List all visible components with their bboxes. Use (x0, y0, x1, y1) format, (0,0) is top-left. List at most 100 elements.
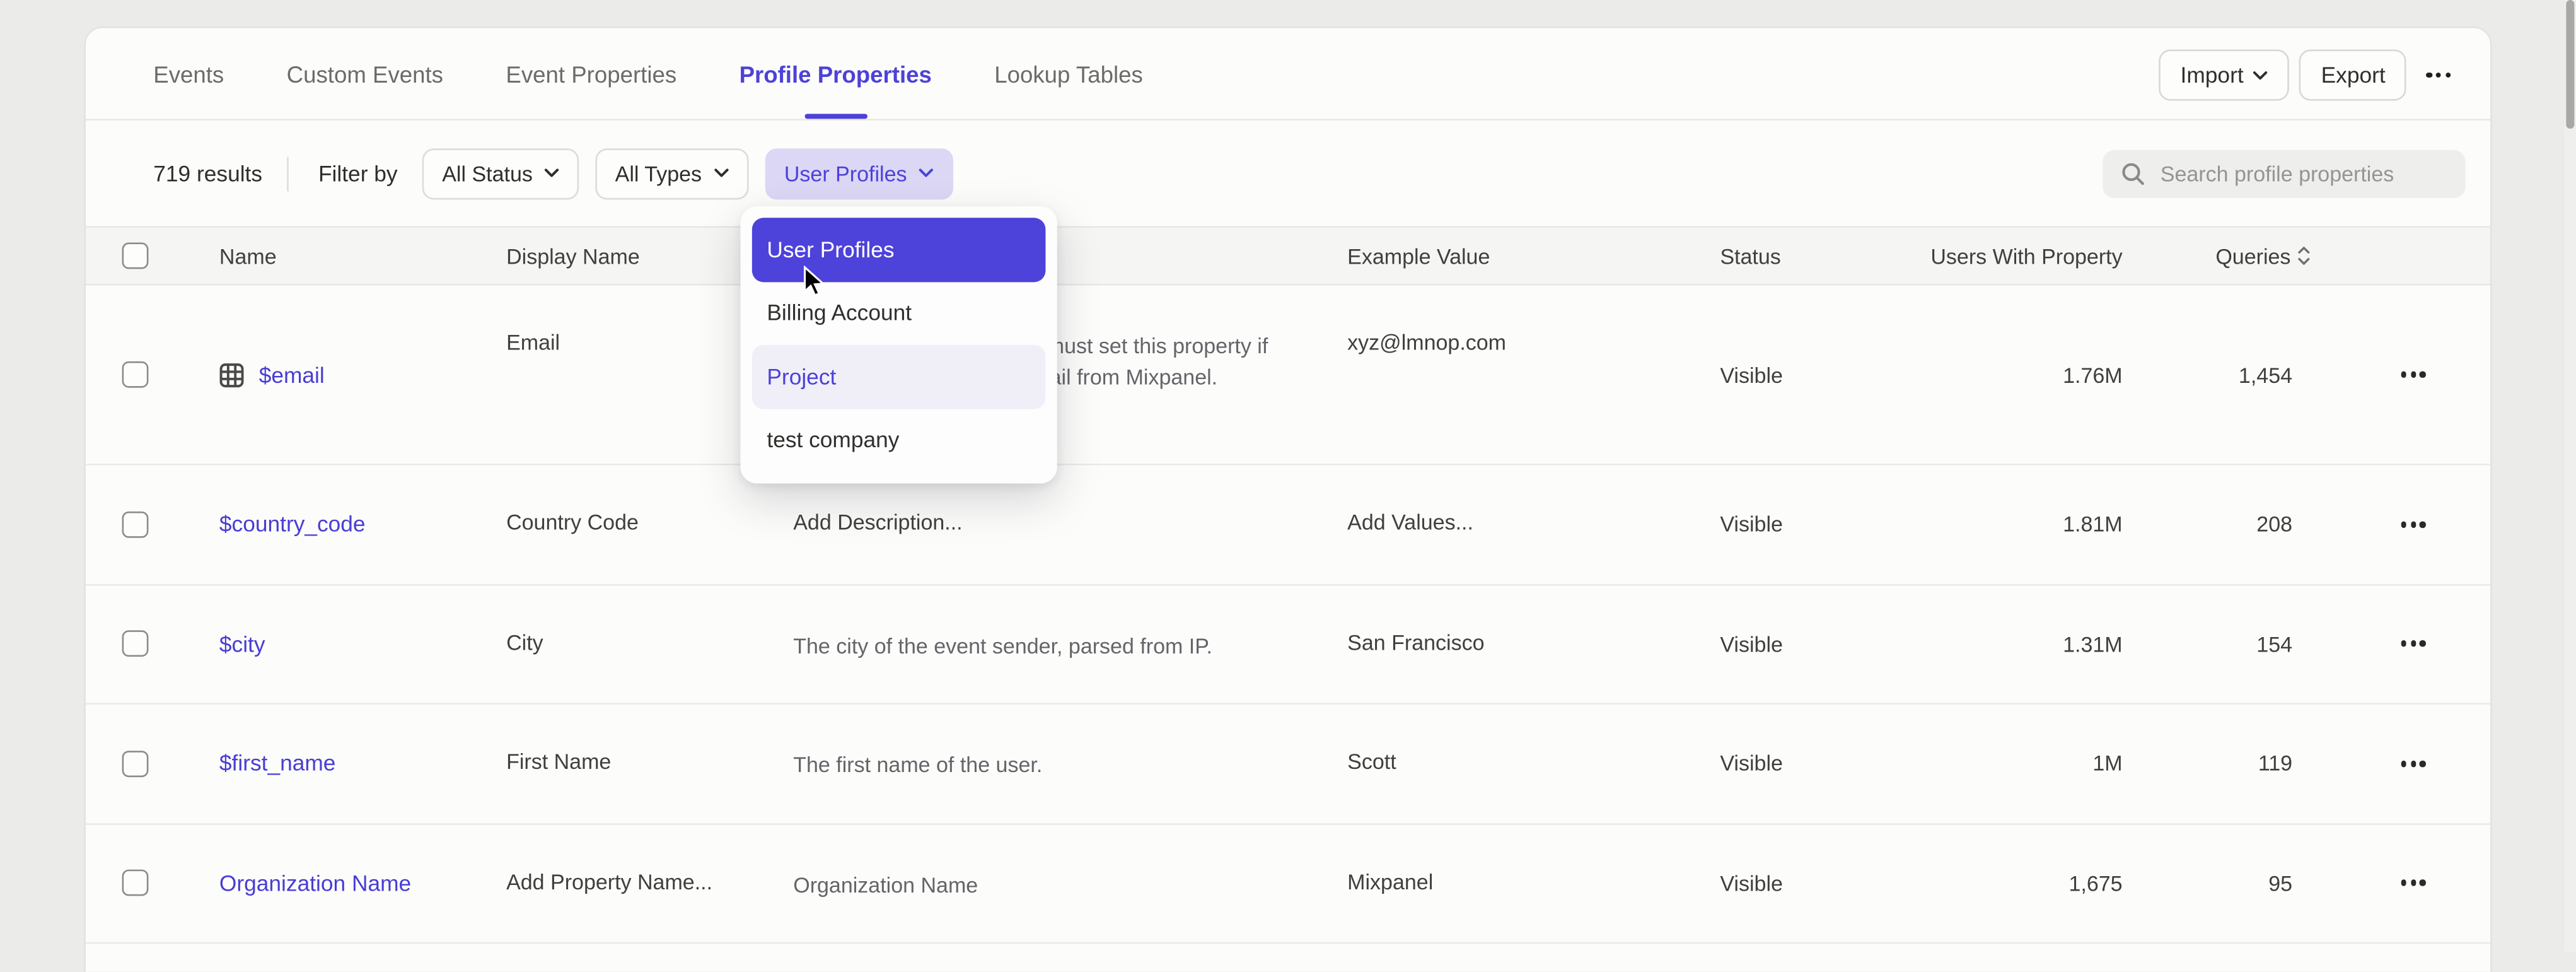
export-button-label: Export (2321, 62, 2386, 87)
actions-cell (2311, 466, 2490, 583)
col-users-with-property: Users With Property (1926, 228, 2122, 284)
search-icon (2121, 161, 2145, 186)
dropdown-item-project[interactable]: Project (752, 345, 1046, 409)
name-cell: $first_name (219, 705, 506, 823)
col-example-value: Example Value (1347, 228, 1720, 284)
checkbox-cell (122, 286, 219, 464)
row-checkbox[interactable] (122, 870, 149, 896)
property-link[interactable]: $first_name (219, 751, 336, 776)
tab-event-properties[interactable]: Event Properties (506, 28, 676, 119)
col-queries-label: Queries (2215, 243, 2290, 268)
property-link[interactable]: Organization Name (219, 871, 411, 896)
display-name-cell[interactable]: Add Property Name... (506, 824, 793, 942)
import-button[interactable]: Import (2159, 49, 2290, 100)
table-row: $city City The city of the event sender,… (86, 585, 2490, 705)
description-cell[interactable]: The city of the event sender, parsed fro… (793, 585, 1347, 703)
property-name: $city (219, 631, 265, 656)
row-checkbox[interactable] (122, 511, 149, 537)
table-row: Organization Name Add Property Name... O… (86, 824, 2490, 944)
display-name-cell[interactable]: City (506, 585, 793, 703)
actions-cell (2311, 585, 2490, 703)
ellipsis-icon (2427, 73, 2451, 78)
col-queries[interactable]: Queries (2123, 228, 2311, 284)
tab-events[interactable]: Events (153, 28, 224, 119)
description-text: Organization Name (793, 869, 1272, 900)
row-checkbox[interactable] (122, 361, 149, 388)
entity-filter-chip[interactable]: User Profiles (764, 148, 953, 199)
row-more-button[interactable] (2401, 880, 2426, 886)
status-filter-label: All Status (442, 161, 533, 185)
example-value-cell[interactable]: Mixpanel (1347, 824, 1720, 942)
row-more-button[interactable] (2401, 761, 2426, 766)
type-filter-label: All Types (615, 161, 702, 185)
type-filter-chip[interactable]: All Types (595, 148, 748, 199)
description-cell[interactable]: Organization Name (793, 824, 1347, 942)
entity-filter-label: User Profiles (784, 161, 907, 185)
divider (287, 156, 289, 190)
row-more-button[interactable] (2401, 521, 2426, 527)
users-with-property-cell: 1M (1926, 705, 2122, 823)
example-value-cell[interactable]: Add Values... (1347, 466, 1720, 583)
status-cell[interactable]: Visible (1720, 705, 1926, 823)
queries-cell: 119 (2123, 705, 2311, 823)
chevron-down-icon (713, 168, 728, 179)
property-link[interactable]: $email (219, 362, 325, 387)
display-name-cell[interactable]: Country Code (506, 466, 793, 583)
property-name: $country_code (219, 512, 366, 537)
property-link[interactable]: $country_code (219, 512, 366, 537)
scrollbar-thumb[interactable] (2566, 0, 2574, 129)
entity-dropdown-menu: User Profiles Billing Account Project te… (741, 206, 1057, 483)
col-status: Status (1720, 228, 1926, 284)
filter-bar: 719 results Filter by All Status All Typ… (86, 120, 2490, 226)
table-header: Name Display Name Description Example Va… (86, 226, 2490, 285)
actions-cell (2311, 286, 2490, 464)
select-all-checkbox[interactable] (122, 243, 149, 269)
import-button-label: Import (2181, 62, 2244, 87)
example-value-cell[interactable]: xyz@lmnop.com (1347, 286, 1720, 464)
tab-custom-events[interactable]: Custom Events (287, 28, 443, 119)
description-text: The city of the event sender, parsed fro… (793, 629, 1272, 661)
tab-lookup-tables[interactable]: Lookup Tables (994, 28, 1143, 119)
property-name: $email (259, 362, 325, 387)
row-checkbox[interactable] (122, 631, 149, 657)
checkbox-cell (122, 466, 219, 583)
users-with-property-cell: 1.81M (1926, 466, 2122, 583)
property-name: Organization Name (219, 871, 411, 896)
tab-bar: Events Custom Events Event Properties Pr… (86, 28, 2490, 120)
export-button[interactable]: Export (2300, 49, 2407, 100)
more-actions-button[interactable] (2416, 51, 2460, 99)
checkbox-cell (122, 705, 219, 823)
example-value-cell[interactable]: San Francisco (1347, 585, 1720, 703)
queries-cell: 208 (2123, 466, 2311, 583)
name-cell: $email (219, 286, 506, 464)
search-placeholder: Search profile properties (2161, 161, 2394, 186)
tab-profile-properties[interactable]: Profile Properties (740, 28, 932, 119)
description-text: The first name of the user. (793, 749, 1272, 781)
queries-cell: 1,454 (2123, 286, 2311, 464)
row-checkbox[interactable] (122, 751, 149, 777)
display-name-cell[interactable]: First Name (506, 705, 793, 823)
description-cell[interactable]: The first name of the user. (793, 705, 1347, 823)
dropdown-item-user-profiles[interactable]: User Profiles (752, 218, 1046, 281)
row-more-button[interactable] (2401, 641, 2426, 647)
properties-panel: Events Custom Events Event Properties Pr… (86, 28, 2490, 971)
filter-by-label: Filter by (318, 161, 398, 185)
status-cell[interactable]: Visible (1720, 824, 1926, 942)
status-cell[interactable]: Visible (1720, 466, 1926, 583)
row-more-button[interactable] (2401, 372, 2426, 377)
dropdown-item-billing-account[interactable]: Billing Account (752, 281, 1046, 345)
col-name: Name (219, 228, 506, 284)
search-input[interactable]: Search profile properties (2103, 150, 2465, 198)
chevron-down-icon (544, 168, 559, 179)
users-with-property-cell: 1,675 (1926, 824, 2122, 942)
status-cell[interactable]: Visible (1720, 585, 1926, 703)
actions-cell (2311, 824, 2490, 942)
dropdown-item-test-company[interactable]: test company (752, 408, 1046, 472)
table-row: $country_code Country Code Add Descripti… (86, 466, 2490, 585)
scrollbar-track[interactable] (2565, 0, 2576, 952)
status-filter-chip[interactable]: All Status (422, 148, 579, 199)
status-cell[interactable]: Visible (1720, 286, 1926, 464)
property-link[interactable]: $city (219, 631, 265, 656)
name-cell: Organization Name (219, 824, 506, 942)
example-value-cell[interactable]: Scott (1347, 705, 1720, 823)
